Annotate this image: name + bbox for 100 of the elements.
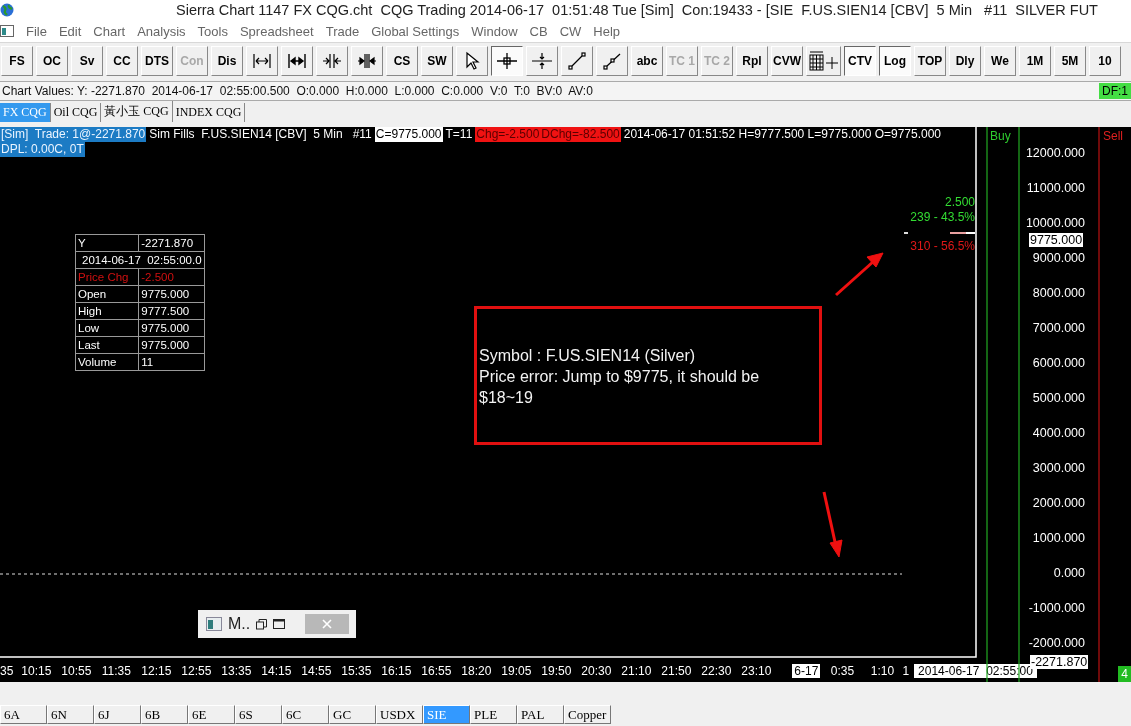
symbol-tab[interactable]: 6S <box>235 705 282 724</box>
toolbar-button[interactable] <box>491 46 523 76</box>
data-window-cell: Price Chg <box>75 268 139 286</box>
price-scale-label: -2000.000 <box>1028 636 1085 650</box>
symbol-tab[interactable]: Copper <box>564 705 611 724</box>
chartbook-tab[interactable]: INDEX CQG <box>172 103 246 122</box>
chart-header-field: 2014-06-17 01:51:52 H=9777.500 L=9775.000 O=9775.000 <box>620 127 945 142</box>
time-axis-label: 21:10 <box>620 664 653 678</box>
sell-column-label: Sell <box>1103 129 1123 143</box>
time-axis-label: 19:50 <box>540 664 573 678</box>
chart-header-field: Sim Fills F.US.SIEN14 [CBV] 5 Min #11 <box>146 127 375 142</box>
expand-icon <box>252 51 272 71</box>
maximize-icon[interactable] <box>273 619 286 629</box>
data-window-cell: 9775.000 <box>138 336 205 354</box>
dpl-text: DPL: 0.00C, 0T <box>0 142 85 157</box>
chart-header-field: [Sim] Trade: 1@-2271.870 <box>0 127 147 142</box>
compress-icon <box>322 51 342 71</box>
data-window-cell: Open <box>75 285 139 303</box>
symbol-tab[interactable]: 6N <box>47 705 94 724</box>
annotation-text: Price error: Jump to $9775, it should be $18~19 <box>479 367 761 408</box>
toolbar-button[interactable]: CS <box>386 46 418 76</box>
toolbar-button[interactable]: Log <box>879 46 911 76</box>
toolbar-button[interactable]: Rpl <box>736 46 768 76</box>
symbol-tab[interactable]: 6C <box>282 705 329 724</box>
data-window-cell: High <box>75 302 139 320</box>
arrow-drawing <box>835 252 884 297</box>
menu-item[interactable]: Global Settings <box>365 23 466 39</box>
time-axis-label: 22:30 <box>700 664 733 678</box>
toolbar-button[interactable]: OC <box>36 46 68 76</box>
time-axis-label: 20:30 <box>580 664 613 678</box>
toolbar-button[interactable]: FS <box>1 46 33 76</box>
time-axis-label: 10:55 <box>60 664 93 678</box>
time-axis-label: 6-17 <box>792 664 821 678</box>
time-axis-label: 0:35 <box>829 664 856 678</box>
arrow-drawing <box>822 491 843 558</box>
price-scale-label: 10000.000 <box>1025 216 1085 230</box>
menu-item[interactable]: Window <box>465 23 524 39</box>
menu-item[interactable]: Tools <box>191 23 234 39</box>
toolbar-button[interactable]: SW <box>421 46 453 76</box>
price-scale-label: 7000.000 <box>1032 321 1085 335</box>
data-window-cell: -2.500 <box>138 268 205 286</box>
cursor-price-tag: -2271.870 <box>1030 655 1089 669</box>
time-axis-label: 19:05 <box>500 664 533 678</box>
chartbook-tab[interactable]: Oil CQG <box>50 103 102 122</box>
time-axis-label: 21:50 <box>660 664 693 678</box>
toolbar-button[interactable]: TOP <box>914 46 946 76</box>
menu-item[interactable]: Spreadsheet <box>233 23 320 39</box>
toolbar-button[interactable]: 10 <box>1089 46 1121 76</box>
toolbar-button[interactable]: DTS <box>141 46 173 76</box>
menu-item[interactable]: Edit <box>52 23 88 39</box>
toolbar-button[interactable]: We <box>984 46 1016 76</box>
symbol-tab[interactable]: USDX <box>376 705 423 724</box>
crosshair-icon <box>496 51 518 71</box>
menu-item[interactable]: Help <box>587 23 627 39</box>
restore-icon[interactable] <box>256 618 268 630</box>
window-icon <box>206 617 222 631</box>
menu-item[interactable]: CW <box>553 23 588 39</box>
symbol-tab[interactable]: 6B <box>141 705 188 724</box>
change-value: 2.500 <box>944 195 975 209</box>
menu-item[interactable]: Chart <box>87 23 132 39</box>
time-axis-label: 10:15 <box>20 664 53 678</box>
menu-item[interactable]: CB <box>523 23 554 39</box>
data-window-cell: 9775.000 <box>138 319 205 337</box>
symbol-tab[interactable]: 6E <box>188 705 235 724</box>
minimized-window[interactable]: M.. <box>198 610 356 638</box>
toolbar-button[interactable]: 1M <box>1019 46 1051 76</box>
toolbar-button[interactable]: CTV <box>844 46 876 76</box>
time-axis-label: 2014-06-17 02:55:00 <box>914 664 1037 678</box>
time-axis-label: 12:15 <box>140 664 173 678</box>
sell-volume-text: 310 - 56.5% <box>910 239 975 253</box>
minimized-window-title: M.. <box>228 615 251 633</box>
symbol-tab[interactable]: PAL <box>517 705 564 724</box>
data-window-cell: 9777.500 <box>138 302 205 320</box>
window-title: Sierra Chart 1147 FX CQG.cht CQG Trading 2014-06-17 01:51:48 Tue [Sim] Con:19433 - [SIE F.US.SIEN14 [CBV] 5 Min #11 SILVER FUT <box>176 2 1098 18</box>
toolbar-button[interactable]: CC <box>106 46 138 76</box>
buy-column-label: Buy <box>990 129 1011 143</box>
price-scale-label: 4000.000 <box>1032 426 1085 440</box>
ray-icon <box>602 51 622 71</box>
time-axis-label: 14:55 <box>300 664 333 678</box>
symbol-tab[interactable]: 6J <box>94 705 141 724</box>
toolbar-button[interactable]: CVW <box>771 46 803 76</box>
toolbar-button[interactable]: 5M <box>1054 46 1086 76</box>
toolbar-button[interactable]: Dly <box>949 46 981 76</box>
annotation-text: Symbol : F.US.SIEN14 (Silver) <box>479 346 697 366</box>
time-axis-label: 12:55 <box>180 664 213 678</box>
time-axis-label: 16:15 <box>380 664 413 678</box>
chartbook-tab[interactable]: 黃小玉 CQG <box>101 101 173 122</box>
toolbar-button[interactable]: abc <box>631 46 663 76</box>
toolbar-button[interactable]: Dis <box>211 46 243 76</box>
data-window-cell: Y <box>75 234 139 252</box>
menu-item[interactable]: File <box>20 23 53 39</box>
menu-item[interactable]: Trade <box>319 23 366 39</box>
data-window-cell: Volume <box>75 353 139 371</box>
menu-item[interactable]: Analysis <box>131 23 192 39</box>
price-scale-label: 0.000 <box>1053 566 1085 580</box>
symbol-tab[interactable]: 6A <box>0 705 47 724</box>
chart-header-field: DChg=-82.500 <box>540 127 621 142</box>
symbol-tab[interactable]: PLE <box>470 705 517 724</box>
toolbar-button[interactable]: Sv <box>71 46 103 76</box>
symbol-tab[interactable]: GC <box>329 705 376 724</box>
